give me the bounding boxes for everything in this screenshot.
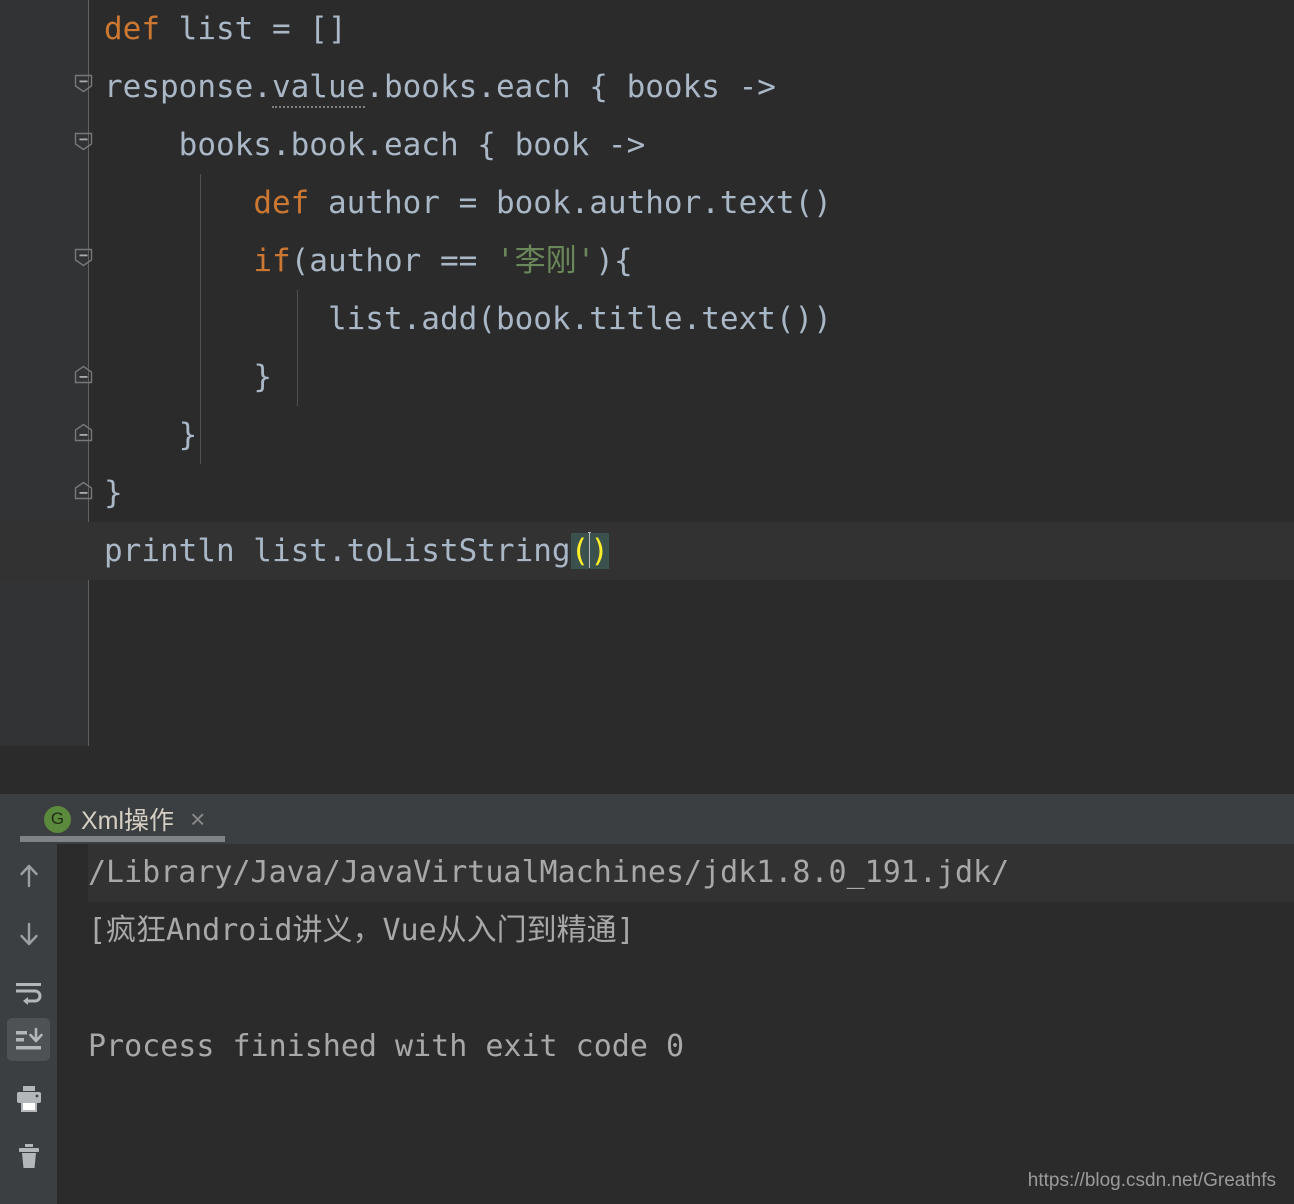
console-line: /Library/Java/JavaVirtualMachines/jdk1.8… [88,844,1294,902]
code-token: } [253,359,272,395]
code-token: list.add(book.title.text()) [327,301,832,337]
code-token: response. [104,69,272,105]
code-line[interactable]: response.value.books.each { books -> [0,58,1294,116]
code-line[interactable]: def author = book.author.text() [0,174,1294,232]
matched-brace: ) [590,533,609,569]
code-content[interactable]: def list = [] response.value.books.each {… [0,0,1294,746]
code-line[interactable]: books.book.each { book -> [0,116,1294,174]
scroll-up-button[interactable] [7,854,50,897]
console-line: [疯狂Android讲义，Vue从入门到精通] [88,913,635,948]
code-line[interactable]: list.add(book.title.text()) [0,290,1294,348]
scroll-to-end-button[interactable] [7,1018,50,1061]
code-token: ){ [595,243,633,279]
code-token: list = [] [160,11,347,47]
code-line[interactable]: } [0,464,1294,522]
code-editor[interactable]: def list = [] response.value.books.each {… [0,0,1294,746]
scroll-down-button[interactable] [7,912,50,955]
code-token: println list.toListString [104,533,571,569]
code-token: } [178,417,198,453]
groovy-g-icon: G [44,805,71,833]
editor-console-divider[interactable] [0,746,1294,794]
close-icon[interactable]: × [190,804,205,835]
console-output[interactable]: /Library/Java/JavaVirtualMachines/jdk1.8… [88,844,1294,1204]
code-keyword: def [104,11,160,47]
code-token: books.book.each { book -> [178,127,646,163]
console-toolbar[interactable] [0,844,57,1204]
clear-all-button[interactable] [7,1134,50,1177]
code-token: .books.each { books -> [365,69,776,105]
code-string: '李刚' [495,243,596,279]
active-tab-indicator [20,836,225,842]
code-line[interactable]: } [0,348,1294,406]
console-line: Process finished with exit code 0 [88,1029,685,1064]
code-line[interactable]: if(author == '李刚'){ [0,232,1294,290]
code-keyword: if [253,243,291,279]
tab-label: Xml操作 [81,807,175,835]
code-token: author = book.author.text() [309,185,832,221]
watermark: https://blog.csdn.net/Greathfs [1027,1170,1276,1191]
run-console[interactable]: /Library/Java/JavaVirtualMachines/jdk1.8… [0,844,1294,1204]
code-line[interactable]: } [0,406,1294,464]
code-token: (author == [290,243,496,279]
code-token: } [104,475,123,511]
code-line[interactable]: def list = [] [0,0,1294,58]
console-gutter [57,844,88,1204]
code-warning-token: value [271,69,366,108]
print-button[interactable] [7,1076,50,1119]
soft-wrap-button[interactable] [7,970,50,1013]
ide-window: def list = [] response.value.books.each {… [0,0,1294,1204]
run-tool-window-tabbar[interactable]: : G Xml操作 × [0,794,1294,844]
matched-brace: ( [570,533,590,569]
code-line[interactable]: println list.toListString() [0,522,1294,580]
code-keyword: def [253,185,310,221]
